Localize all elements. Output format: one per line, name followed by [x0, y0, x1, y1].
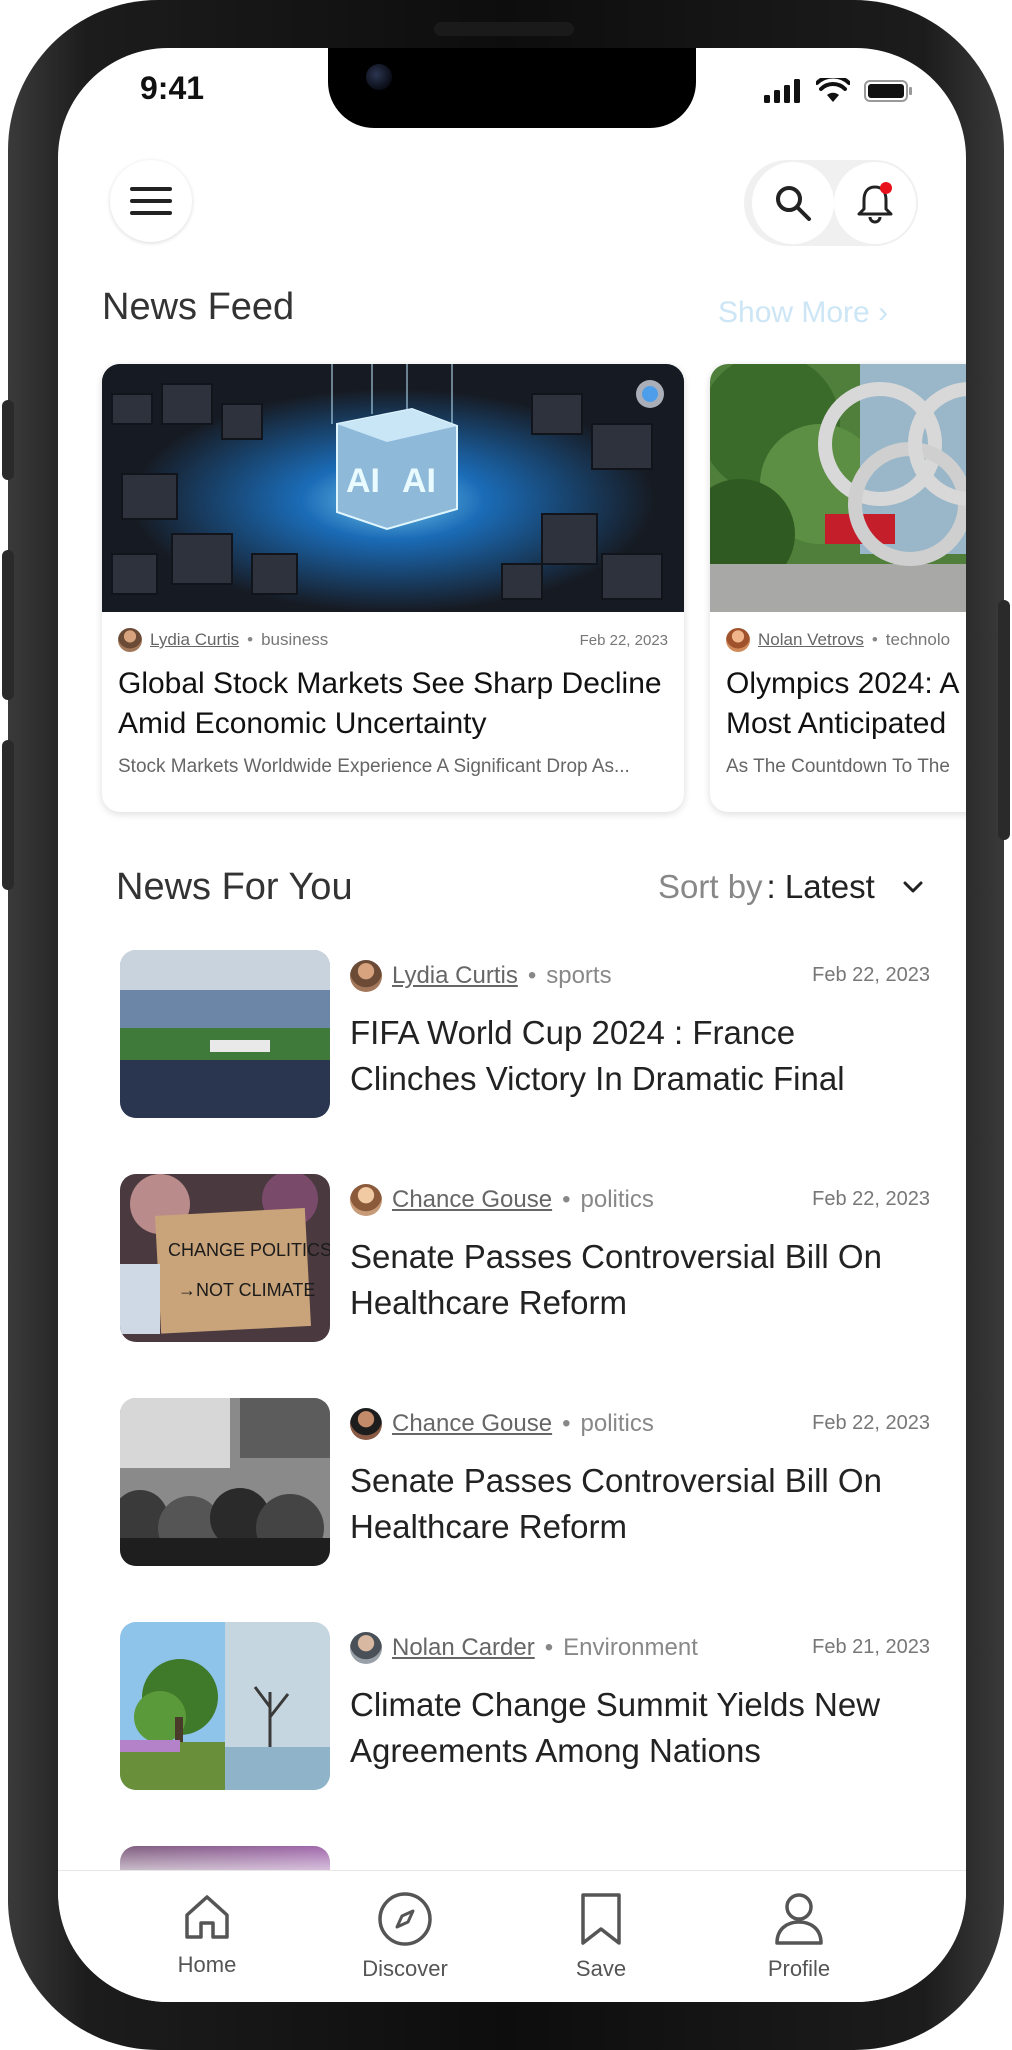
- search-button[interactable]: [752, 162, 834, 244]
- category-label: Environment: [563, 1634, 698, 1661]
- user-icon: [775, 1893, 823, 1945]
- speaker-grille: [434, 22, 574, 36]
- author-link[interactable]: Chance Gouse: [392, 1186, 552, 1214]
- separator-dot: •: [562, 1186, 571, 1213]
- separator-dot: •: [562, 1410, 571, 1437]
- card-meta: Nolan Vetrovs • technolo: [726, 628, 950, 652]
- author-link[interactable]: Nolan Carder: [392, 1634, 535, 1662]
- crowd-protest-thumbnail: [120, 1398, 330, 1566]
- ai-cube-image: AI AI: [102, 364, 684, 612]
- status-icons: [764, 78, 914, 104]
- avatar: [350, 960, 382, 992]
- separator-dot: •: [544, 1634, 554, 1661]
- news-list-item[interactable]: Nolan Carder • Environment Feb 21, 2023 …: [120, 1622, 930, 1792]
- show-more-link[interactable]: Show More ›: [718, 296, 888, 330]
- chevron-right-icon: ›: [878, 296, 889, 329]
- category-label: sports: [546, 962, 612, 989]
- card-title: Olympics 2024: A Most Anticipated: [726, 667, 958, 740]
- show-more-label: Show More: [718, 296, 870, 329]
- news-list-item[interactable]: Lydia Curtis • sports Feb 22, 2023 FIFA …: [120, 950, 930, 1120]
- protest-sign-thumbnail: CHANGE POLITICS →NOT CLIMATE: [120, 1174, 330, 1342]
- item-meta: Lydia Curtis • sports: [350, 960, 612, 992]
- phone-frame: 9:41 News Feed Show More › AI AI Lydia C…: [2, 0, 1010, 2050]
- notch: [328, 48, 696, 128]
- avatar: [118, 628, 142, 652]
- separator-dot: •: [247, 630, 254, 649]
- card-meta: Lydia Curtis • business: [118, 628, 328, 652]
- category-label: business: [261, 630, 329, 649]
- sort-label: Sort by: [658, 868, 763, 905]
- tab-discover[interactable]: Discover: [340, 1891, 470, 1982]
- avatar: [350, 1408, 382, 1440]
- separator-dot: •: [871, 630, 878, 649]
- stadium-thumbnail: [120, 950, 330, 1118]
- item-meta: Chance Gouse • politics: [350, 1184, 654, 1216]
- card-excerpt: As The Countdown To The: [726, 756, 950, 777]
- item-date: Feb 21, 2023: [812, 1636, 930, 1658]
- card-excerpt: Stock Markets Worldwide Experience A Sig…: [118, 756, 630, 777]
- search-icon: [776, 186, 811, 221]
- menu-icon: [130, 187, 172, 215]
- home-icon: [185, 1895, 229, 1939]
- menu-button[interactable]: [110, 160, 192, 242]
- item-title: Senate Passes Controversial Bill On Heal…: [350, 1238, 882, 1321]
- author-link[interactable]: Lydia Curtis: [150, 630, 239, 650]
- chevron-down-icon: [903, 881, 923, 893]
- signal-icon: [764, 79, 800, 103]
- svg-text:→NOT CLIMATE: →NOT CLIMATE: [178, 1280, 315, 1300]
- svg-text:CHANGE POLITICS: CHANGE POLITICS: [168, 1240, 330, 1260]
- tab-profile[interactable]: Profile: [734, 1891, 864, 1982]
- olympic-rings-image: [710, 364, 966, 612]
- category-label: technolo: [885, 630, 951, 649]
- author-link[interactable]: Nolan Vetrovs: [758, 630, 864, 650]
- app-screen: 9:41 News Feed Show More › AI AI Lydia C…: [58, 48, 966, 2002]
- wifi-icon: [816, 78, 850, 102]
- item-title: Climate Change Summit Yields New Agreeme…: [350, 1686, 881, 1769]
- bottom-tab-bar: Home Discover Save Profile: [58, 1870, 966, 2002]
- tab-label: Save: [575, 1956, 627, 1981]
- battery-icon: [864, 80, 912, 102]
- svg-text:AI: AI: [346, 462, 380, 500]
- card-date: Feb 22, 2023: [579, 632, 668, 649]
- item-date: Feb 22, 2023: [812, 964, 930, 986]
- news-for-you-title: News For You: [116, 866, 353, 908]
- category-label: politics: [580, 1410, 654, 1437]
- svg-text:AI: AI: [402, 462, 436, 500]
- separator-dot: •: [527, 962, 537, 989]
- news-list-item[interactable]: CHANGE POLITICS →NOT CLIMATE Chance Gous…: [120, 1174, 930, 1344]
- item-meta: Chance Gouse • politics: [350, 1408, 654, 1440]
- avatar: [350, 1632, 382, 1664]
- status-time: 9:41: [140, 70, 205, 106]
- tab-save[interactable]: Save: [536, 1891, 666, 1982]
- featured-card[interactable]: Nolan Vetrovs • technolo Olympics 2024: …: [710, 364, 966, 812]
- tab-label: Home: [177, 1952, 237, 1977]
- sort-dropdown[interactable]: Sort by : Latest: [658, 868, 933, 906]
- bell-icon: [857, 182, 893, 224]
- avatar: [350, 1184, 382, 1216]
- avatar: [726, 628, 750, 652]
- compass-icon: [378, 1892, 432, 1946]
- notifications-button[interactable]: [834, 162, 916, 244]
- news-list-item[interactable]: Chance Gouse • politics Feb 22, 2023 Sen…: [120, 1398, 930, 1568]
- author-link[interactable]: Lydia Curtis: [392, 962, 518, 990]
- news-feed-title: News Feed: [102, 286, 295, 328]
- item-date: Feb 22, 2023: [812, 1188, 930, 1210]
- item-date: Feb 22, 2023: [812, 1412, 930, 1434]
- sort-value: : Latest: [766, 868, 875, 905]
- tab-home[interactable]: Home: [142, 1891, 272, 1978]
- item-meta: Nolan Carder • Environment: [350, 1632, 698, 1664]
- featured-card[interactable]: AI AI Lydia Curtis • business Feb 22, 20…: [102, 364, 684, 812]
- tab-label: Discover: [362, 1956, 448, 1981]
- tab-label: Profile: [767, 1956, 831, 1981]
- item-title: Senate Passes Controversial Bill On Heal…: [350, 1462, 882, 1545]
- author-link[interactable]: Chance Gouse: [392, 1410, 552, 1438]
- bookmark-icon: [581, 1893, 621, 1945]
- climate-thumbnail: [120, 1622, 330, 1790]
- item-title: FIFA World Cup 2024 : France Clinches Vi…: [350, 1014, 845, 1097]
- camera-icon: [366, 64, 392, 90]
- category-label: politics: [580, 1186, 654, 1213]
- card-title: Global Stock Markets See Sharp Decline A…: [118, 667, 662, 740]
